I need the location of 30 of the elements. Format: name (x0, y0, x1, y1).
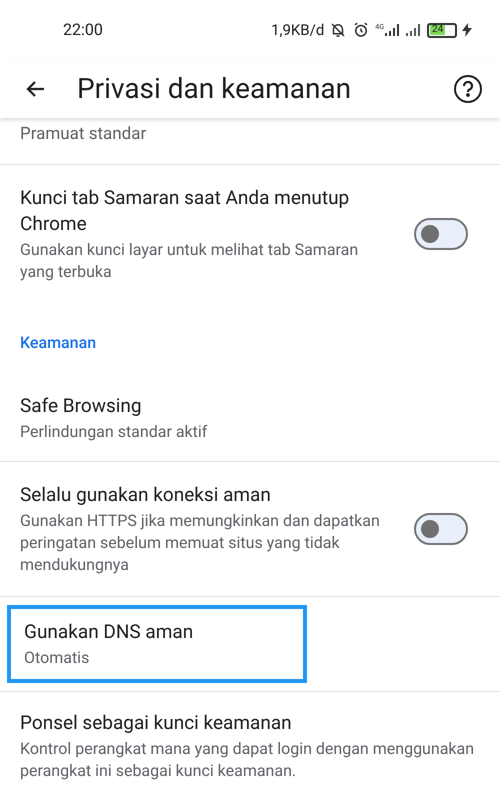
settings-row[interactable]: Selalu gunakan koneksi aman Gunakan HTTPS jika memungkinkan dan dapatkan peringatan sebelum memuat situs yang tidak mendukungnya (0, 462, 500, 596)
item-subtitle: Gunakan kunci layar untuk melihat tab Samaran yang terbuka (20, 238, 360, 282)
muted-bell-icon (329, 21, 348, 39)
help-button[interactable] (454, 75, 482, 103)
settings-row[interactable]: Kunci tab Samaran saat Anda menutup Chrome Gunakan kunci layar untuk melihat tab Samaran yang terbuka (0, 164, 500, 302)
settings-row[interactable]: Safe Browsing Perlindungan standar aktif (0, 376, 500, 458)
item-title: Ponsel sebagai kunci keamanan (20, 710, 293, 736)
section-header: Keamanan (20, 332, 96, 352)
settings-row[interactable]: Ponsel sebagai kunci keamanan Kontrol perangkat mana yang dapat login dengan menggunakan perangkat ini sebagai kunci keamanan. (0, 694, 500, 798)
question-mark-icon (462, 81, 474, 97)
item-subtitle: Otomatis (24, 646, 90, 668)
item-title: Kunci tab Samaran saat Anda menutup Chrome (20, 184, 350, 236)
signal-icon (406, 24, 422, 36)
item-title: Safe Browsing (20, 392, 143, 418)
alarm-clock-icon (352, 21, 370, 39)
charging-bolt-icon (462, 23, 472, 37)
item-subtitle: Gunakan HTTPS jika memungkinkan dan dapatkan peringatan sebelum memuat situs yang tidak mendukungnya (20, 510, 381, 576)
battery-indicator: 24 (427, 22, 457, 38)
toggle-switch[interactable] (414, 218, 468, 250)
item-subtitle: Kontrol perangkat mana yang dapat login dengan menggunakan perangkat ini sebagai kunci keamanan. (20, 738, 476, 782)
page-title: Privasi dan keamanan (77, 71, 352, 107)
signal-icon (385, 24, 401, 36)
status-time: 22:00 (63, 19, 103, 41)
toggle-switch[interactable] (414, 512, 468, 544)
network-speed: 1,9KB/d (271, 20, 324, 41)
item-title: Selalu gunakan koneksi aman (20, 482, 272, 508)
item-subtitle: Perlindungan standar aktif (20, 420, 208, 442)
item-title: Gunakan DNS aman (24, 618, 194, 644)
settings-row[interactable]: Gunakan DNS aman Otomatis (7, 604, 307, 682)
item-subtitle: Pramuat standar (20, 124, 146, 144)
